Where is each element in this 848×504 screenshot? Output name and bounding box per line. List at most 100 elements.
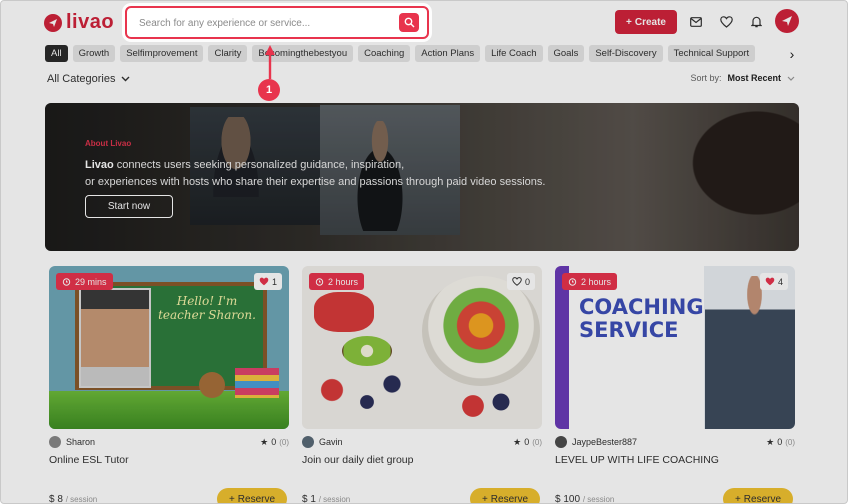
hero-brand: Livao bbox=[85, 159, 114, 171]
chevron-down-icon bbox=[787, 76, 795, 81]
fruit bbox=[452, 386, 522, 426]
messages-button[interactable] bbox=[775, 9, 799, 33]
chip-all[interactable]: All bbox=[45, 45, 68, 62]
rating: ★ 0 (0) bbox=[766, 437, 795, 448]
reserve-button[interactable]: + Reserve bbox=[723, 488, 793, 504]
kiwi bbox=[342, 336, 392, 366]
sort-dropdown[interactable]: Sort by: Most Recent bbox=[690, 73, 795, 83]
experience-card[interactable]: COACHING SERVICE 2 hours 4 JaypeBester88… bbox=[555, 266, 795, 504]
chip-coaching[interactable]: Coaching bbox=[358, 45, 411, 62]
price-unit: / session bbox=[318, 495, 351, 504]
hero-banner: About Livao Livao connects users seeking… bbox=[45, 103, 799, 251]
host-row: Sharon ★ 0 (0) bbox=[49, 435, 289, 449]
reserve-label: Reserve bbox=[743, 493, 782, 504]
chip-clarity[interactable]: Clarity bbox=[208, 45, 248, 62]
host-name[interactable]: Gavin bbox=[319, 437, 343, 447]
create-button[interactable]: + Create bbox=[615, 10, 677, 34]
card-price: $ 100 / session bbox=[555, 494, 615, 504]
chip-goals[interactable]: Goals bbox=[547, 45, 585, 62]
like-button[interactable]: 1 bbox=[253, 273, 282, 290]
brand-name: livao bbox=[66, 11, 115, 33]
experience-card[interactable]: 2 hours 0 Gavin ★ 0 (0) Join our daily d… bbox=[302, 266, 542, 504]
price-value: $ 8 bbox=[49, 494, 63, 504]
like-count: 1 bbox=[271, 276, 277, 287]
paper-plane-icon bbox=[44, 13, 62, 32]
alarm-clock-icon bbox=[568, 278, 577, 286]
start-now-button[interactable]: Start now bbox=[85, 195, 173, 218]
search-icon bbox=[404, 17, 414, 28]
heart-outline-icon bbox=[512, 277, 522, 286]
rating-count: (0) bbox=[785, 437, 795, 447]
reserve-label: Reserve bbox=[490, 493, 529, 504]
price-unit: / session bbox=[582, 495, 615, 504]
avatar[interactable] bbox=[302, 436, 314, 448]
host-name[interactable]: JaypeBester887 bbox=[572, 437, 637, 447]
search-input[interactable] bbox=[139, 15, 389, 31]
chevron-right-icon[interactable]: › bbox=[785, 45, 799, 63]
send-icon bbox=[782, 16, 792, 26]
search-button[interactable] bbox=[399, 13, 419, 32]
alarm-clock-icon bbox=[315, 278, 324, 286]
strawberry bbox=[314, 292, 374, 332]
rating-count: (0) bbox=[279, 437, 289, 447]
star-icon: ★ bbox=[260, 436, 269, 447]
price-value: $ 100 bbox=[555, 494, 581, 504]
plus-icon: + bbox=[734, 493, 741, 504]
chip-life-coach[interactable]: Life Coach bbox=[485, 45, 543, 62]
rating-value: 0 bbox=[777, 437, 783, 447]
category-dropdown[interactable]: All Categories bbox=[47, 73, 130, 85]
chip-action-plans[interactable]: Action Plans bbox=[415, 45, 481, 62]
heart-icon[interactable] bbox=[717, 13, 735, 31]
app-window: livao + Create All Growth Selfimprovemen… bbox=[0, 0, 848, 504]
top-navbar: livao + Create bbox=[1, 1, 847, 45]
alarm-clock-icon bbox=[62, 278, 71, 286]
rating-count: (0) bbox=[532, 437, 542, 447]
duration-text: 2 hours bbox=[581, 276, 612, 287]
brand-logo[interactable]: livao bbox=[44, 11, 114, 34]
heart-filled-icon bbox=[259, 277, 269, 286]
card-image[interactable]: COACHING SERVICE 2 hours 4 bbox=[555, 266, 795, 429]
duration-text: 29 mins bbox=[75, 276, 107, 287]
card-image[interactable]: 2 hours 0 bbox=[302, 266, 542, 429]
avatar[interactable] bbox=[49, 436, 61, 448]
chip-selfimprovement[interactable]: Selfimprovement bbox=[120, 45, 204, 62]
reserve-button[interactable]: + Reserve bbox=[470, 488, 540, 504]
heart-filled-icon bbox=[765, 277, 775, 286]
plus-icon: + bbox=[228, 493, 235, 504]
annotation-arrow-icon bbox=[265, 45, 275, 79]
mail-icon[interactable] bbox=[687, 13, 705, 31]
berries bbox=[312, 366, 412, 426]
rating: ★ 0 (0) bbox=[260, 437, 289, 448]
star-icon: ★ bbox=[766, 436, 775, 447]
chip-technical-support[interactable]: Technical Support bbox=[667, 45, 756, 62]
card-image[interactable]: Hello! I'm teacher Sharon. 29 mins 1 bbox=[49, 266, 289, 429]
chalkboard-text: Hello! I'm teacher Sharon. bbox=[158, 294, 256, 322]
card-title[interactable]: Join our daily diet group bbox=[302, 454, 414, 466]
chip-self-discovery[interactable]: Self-Discovery bbox=[589, 45, 663, 62]
duration-badge: 2 hours bbox=[562, 273, 618, 290]
reserve-button[interactable]: + Reserve bbox=[217, 488, 287, 504]
chip-growth[interactable]: Growth bbox=[72, 45, 116, 62]
step-marker: 1 bbox=[258, 79, 280, 101]
hero-text-line2: or experiences with hosts who share thei… bbox=[85, 176, 546, 188]
duration-text: 2 hours bbox=[328, 276, 359, 287]
bell-icon[interactable] bbox=[747, 13, 765, 31]
host-name[interactable]: Sharon bbox=[66, 437, 95, 447]
books-illustration bbox=[235, 368, 279, 398]
price-unit: / session bbox=[65, 495, 98, 504]
teacher-photo bbox=[79, 288, 151, 388]
card-title[interactable]: LEVEL UP WITH LIFE COACHING bbox=[555, 454, 719, 466]
like-button[interactable]: 0 bbox=[506, 273, 535, 290]
salad-bowl bbox=[422, 276, 540, 386]
sort-label: Sort by: bbox=[690, 73, 722, 83]
plus-icon: + bbox=[626, 16, 632, 28]
card-title[interactable]: Online ESL Tutor bbox=[49, 454, 129, 466]
like-count: 0 bbox=[524, 276, 530, 287]
experience-card[interactable]: Hello! I'm teacher Sharon. 29 mins 1 Sha… bbox=[49, 266, 289, 504]
coach-photo bbox=[705, 276, 795, 429]
rating: ★ 0 (0) bbox=[513, 437, 542, 448]
host-row: JaypeBester887 ★ 0 (0) bbox=[555, 435, 795, 449]
like-button[interactable]: 4 bbox=[759, 273, 788, 290]
avatar[interactable] bbox=[555, 436, 567, 448]
rating-value: 0 bbox=[271, 437, 277, 447]
